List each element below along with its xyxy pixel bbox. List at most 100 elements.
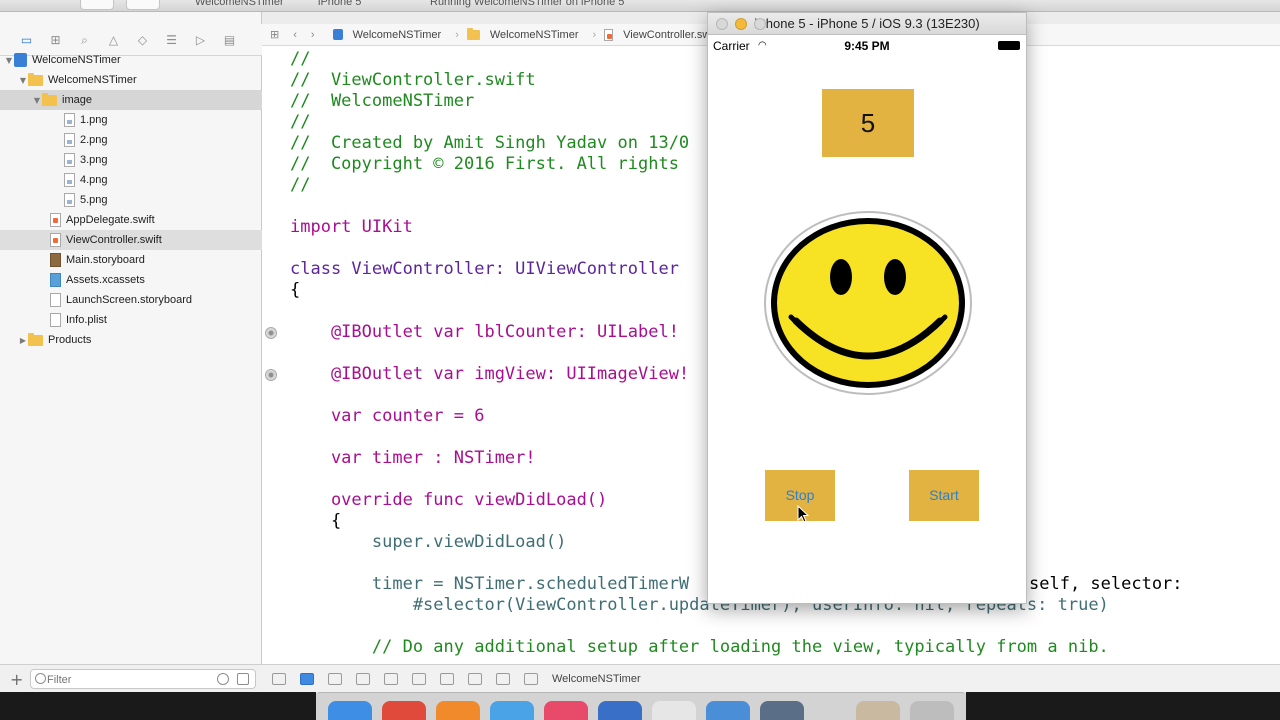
tree-item-file[interactable]: Main.storyboard	[0, 250, 262, 270]
safari-icon[interactable]	[490, 701, 534, 720]
symbol-icon[interactable]: ⊞	[47, 33, 64, 47]
hide-debug-icon[interactable]	[272, 672, 286, 685]
filter-icon	[35, 673, 46, 684]
folder-icon[interactable]: ▭	[18, 33, 35, 47]
vlc-icon[interactable]	[436, 701, 480, 720]
start-button[interactable]: Start	[909, 470, 979, 521]
photos-stack-icon[interactable]	[856, 701, 900, 720]
outlet-connection-icon[interactable]	[265, 327, 277, 339]
add-icon[interactable]: +	[10, 670, 23, 689]
pause-icon[interactable]	[328, 672, 342, 685]
tree-item-file[interactable]: 3.png	[0, 150, 262, 170]
assets-icon	[50, 273, 61, 287]
tree-item-file[interactable]: 4.png	[0, 170, 262, 190]
search-icon[interactable]: ⌕	[76, 33, 93, 47]
scm-status-icon[interactable]	[237, 673, 249, 685]
tree-item-file[interactable]: 1.png	[0, 110, 262, 130]
filter-field[interactable]	[30, 669, 256, 689]
disclosure-open-icon[interactable]: ▼	[4, 56, 14, 65]
step-into-icon[interactable]	[412, 672, 426, 685]
tree-item-file[interactable]: AppDelegate.swift	[0, 210, 262, 230]
simulator-title-bar[interactable]: iPhone 5 - iPhone 5 / iOS 9.3 (13E230)	[708, 13, 1026, 35]
disclosure-open-icon[interactable]: ▼	[32, 96, 42, 105]
simulator-title: iPhone 5 - iPhone 5 / iOS 9.3 (13E230)	[754, 16, 980, 31]
debug-bar: WelcomeNSTimer	[262, 664, 1280, 692]
continue-icon[interactable]	[356, 672, 370, 685]
code-line: super.viewDidLoad()	[290, 532, 567, 552]
tree-item-file[interactable]: 2.png	[0, 130, 262, 150]
zoom-button[interactable]	[754, 18, 766, 30]
textedit-icon[interactable]	[652, 701, 696, 720]
tree-item-image-folder[interactable]: ▼ image	[0, 90, 262, 110]
code-line: // ViewController.swift	[290, 70, 536, 90]
code-line: var timer : NSTimer!	[290, 448, 536, 468]
disclosure-open-icon[interactable]: ▼	[18, 76, 28, 85]
mouse-pointer-icon	[797, 505, 810, 523]
code-overflow-text: self, selector:	[1029, 574, 1183, 594]
breakpoints-toggle-icon[interactable]	[300, 672, 314, 685]
step-out-icon[interactable]	[440, 672, 454, 685]
tree-item-file[interactable]: Info.plist	[0, 310, 262, 330]
toolbar: WelcomeNSTimer iPhone 5 Running WelcomeN…	[0, 0, 1280, 12]
xcode-icon[interactable]	[598, 701, 642, 720]
device-selector[interactable]: iPhone 5	[318, 0, 361, 8]
related-items-icon[interactable]: ⊞	[270, 28, 279, 41]
debug-icon[interactable]: ☰	[163, 33, 180, 47]
breadcrumb-group[interactable]: WelcomeNSTimer	[466, 27, 579, 41]
tree-item-group[interactable]: ▼ WelcomeNSTimer	[0, 70, 262, 90]
folder-icon	[42, 92, 57, 106]
editor-gutter[interactable]	[262, 46, 282, 664]
code-line: // Created by Amit Singh Yadav on 13/0	[290, 133, 690, 153]
itunes-icon[interactable]	[544, 701, 588, 720]
code-line: class ViewController: UIViewController	[290, 259, 679, 279]
step-over-icon[interactable]	[384, 672, 398, 685]
swift-file-icon	[50, 213, 61, 227]
disclosure-closed-icon[interactable]: ▶	[18, 336, 28, 345]
tree-item-file[interactable]: LaunchScreen.storyboard	[0, 290, 262, 310]
breadcrumb-file[interactable]: ViewController.swift	[604, 28, 719, 41]
quicktime-icon[interactable]	[760, 701, 804, 720]
folder-icon	[28, 72, 43, 86]
report-icon[interactable]: ▤	[221, 33, 238, 47]
stop-run-button[interactable]	[126, 0, 160, 10]
tree-item-label: LaunchScreen.storyboard	[66, 294, 192, 306]
tree-item-label: Products	[48, 334, 92, 346]
scheme-selector[interactable]: WelcomeNSTimer	[195, 0, 284, 8]
close-button[interactable]	[716, 18, 728, 30]
png-file-icon	[64, 113, 75, 127]
location-icon[interactable]	[496, 672, 510, 685]
app-store-icon[interactable]	[706, 701, 750, 720]
tree-item-file[interactable]: Assets.xcassets	[0, 270, 262, 290]
plist-file-icon	[50, 313, 61, 327]
breakpoint-icon[interactable]: ▷	[192, 33, 209, 47]
tree-item-file-selected[interactable]: ViewController.swift	[0, 230, 262, 250]
filter-input[interactable]	[47, 671, 207, 689]
finder-icon[interactable]	[328, 701, 372, 720]
recent-files-icon[interactable]	[217, 673, 229, 685]
minimize-button[interactable]	[735, 18, 747, 30]
code-line: //	[290, 175, 311, 195]
breadcrumb-separator: ›	[455, 28, 459, 41]
trash-icon[interactable]	[910, 701, 954, 720]
view-debugger-icon[interactable]	[468, 672, 482, 685]
tree-item-project[interactable]: ▼ WelcomeNSTimer	[0, 50, 262, 70]
desktop-background	[0, 692, 316, 720]
dock	[316, 692, 966, 720]
outlet-connection-icon[interactable]	[265, 369, 277, 381]
chrome-icon[interactable]	[382, 701, 426, 720]
debug-target-label: WelcomeNSTimer	[552, 672, 641, 685]
tree-item-file[interactable]: 5.png	[0, 190, 262, 210]
warning-icon[interactable]: △	[105, 33, 122, 47]
ios-status-bar: Carrier ◠ 9:45 PM	[708, 36, 1026, 56]
forward-icon[interactable]: ›	[311, 29, 315, 41]
tree-item-group[interactable]: ▶ Products	[0, 330, 262, 350]
breadcrumb-project[interactable]: WelcomeNSTimer	[332, 29, 441, 41]
file-tree: ▼ WelcomeNSTimer ▼ WelcomeNSTimer ▼ imag…	[0, 50, 262, 350]
back-icon[interactable]: ‹	[293, 29, 297, 41]
run-button[interactable]	[80, 0, 114, 10]
breadcrumb-separator: ›	[592, 28, 597, 41]
breadcrumb-label: WelcomeNSTimer	[489, 28, 579, 41]
test-icon[interactable]: ◇	[134, 33, 151, 47]
tree-item-label: AppDelegate.swift	[66, 214, 155, 226]
code-line: //	[290, 49, 311, 69]
